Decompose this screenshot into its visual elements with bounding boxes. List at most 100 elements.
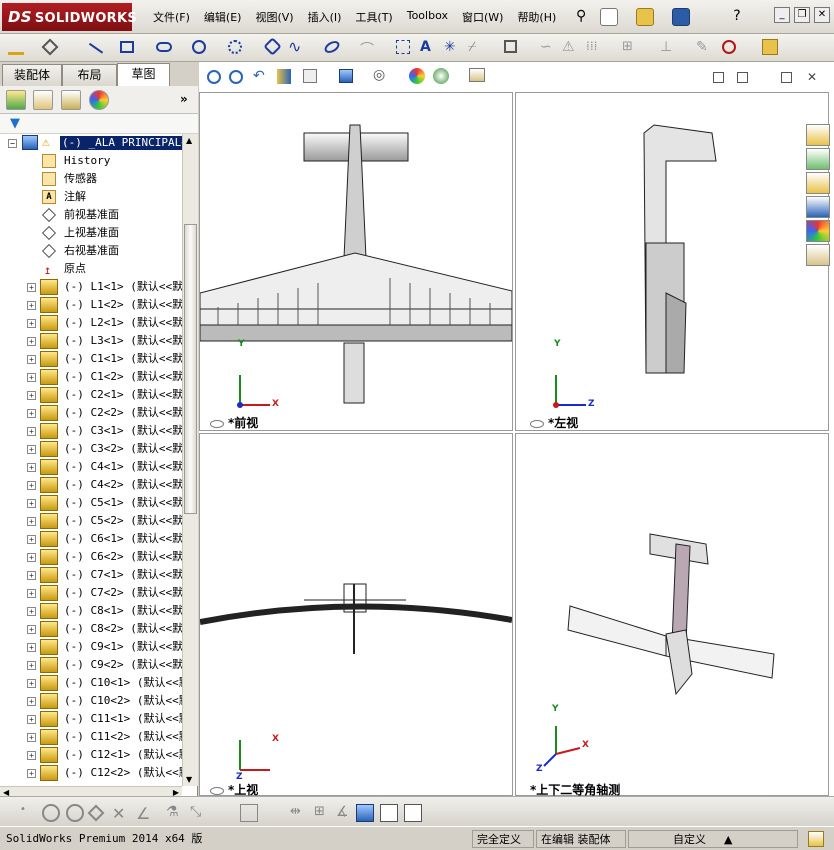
tree-part[interactable]: + (-) C3<1> (默认<<默认 (0, 422, 182, 440)
ellipse-icon[interactable] (322, 38, 342, 56)
mirror-icon[interactable]: ⚠ (562, 39, 578, 55)
viewport-front[interactable]: Y X *前视 (199, 92, 513, 431)
expand-icon[interactable]: + (27, 391, 36, 400)
tree-top-plane[interactable]: 上视基准面 (0, 224, 182, 242)
dimension-icon[interactable]: ⇹ (290, 804, 308, 822)
offset-icon[interactable]: ∽ (540, 39, 556, 55)
graphics-area[interactable]: ↶ ◎ ✕ Y X *前视 Y Z *左视 X Z *上视 Y X Z *上下二… (199, 62, 834, 797)
home-icon[interactable] (806, 124, 830, 146)
status-custom[interactable]: 自定义 ▲ (628, 830, 798, 848)
angle-icon[interactable]: ∡ (336, 804, 354, 822)
spline-icon[interactable]: ∿ (288, 37, 304, 56)
scroll-up-icon[interactable]: ▲ (186, 136, 192, 145)
display-shaded-icon[interactable] (356, 804, 374, 822)
plane-icon[interactable] (396, 40, 410, 54)
view-settings-icon[interactable] (469, 68, 485, 82)
zoom-area-icon[interactable] (229, 70, 243, 84)
expand-icon[interactable]: + (27, 643, 36, 652)
expand-icon[interactable]: + (27, 733, 36, 742)
circle-center-icon[interactable] (42, 804, 60, 822)
single-view-icon[interactable] (380, 804, 398, 822)
expand-icon[interactable]: + (27, 769, 36, 778)
expand-icon[interactable]: + (27, 409, 36, 418)
filter-icon[interactable]: ▼ (10, 116, 20, 131)
expand-icon[interactable]: + (27, 661, 36, 670)
expand-panel-icon[interactable]: » (180, 92, 188, 106)
solidworks-logo[interactable]: DS SOLIDWORKS (2, 3, 137, 31)
tree-part[interactable]: + (-) C9<2> (默认<<默认 (0, 656, 182, 674)
display-manager-icon[interactable] (89, 90, 109, 110)
slot-icon[interactable] (156, 42, 172, 52)
menu-help[interactable]: 帮助(H) (510, 9, 563, 25)
tree-part[interactable]: + (-) C9<1> (默认<<默认 (0, 638, 182, 656)
tree-part[interactable]: + (-) C3<2> (默认<<默认 (0, 440, 182, 458)
minimize-icon[interactable]: _ (774, 7, 790, 23)
expand-icon[interactable]: + (27, 445, 36, 454)
view-palette-icon[interactable] (806, 196, 830, 218)
hide-show-items-icon[interactable]: ◎ (373, 67, 385, 83)
tab-layout[interactable]: 布局 (62, 64, 117, 86)
help-icon[interactable]: ? (728, 8, 746, 26)
menu-tools[interactable]: 工具(T) (348, 9, 399, 25)
view-orientation-icon[interactable] (303, 69, 317, 83)
appearances-icon[interactable] (806, 220, 830, 242)
menu-view[interactable]: 视图(V) (248, 9, 300, 25)
tree-part[interactable]: + (-) L2<1> (默认<<默认 (0, 314, 182, 332)
tree-part[interactable]: + (-) C6<1> (默认<<默认 (0, 530, 182, 548)
tree-part[interactable]: + (-) C7<2> (默认<<默认 (0, 584, 182, 602)
viewport-close-icon[interactable]: ✕ (807, 70, 817, 84)
expand-icon[interactable]: + (27, 715, 36, 724)
edit-appearance-icon[interactable] (409, 68, 425, 84)
repair-sketch-icon[interactable]: ✎ (696, 39, 712, 55)
smart-dimension-icon[interactable] (41, 38, 59, 56)
arc-icon[interactable] (228, 40, 242, 54)
display-relations-icon[interactable]: ⊥ (660, 39, 676, 55)
tree-right-plane[interactable]: 右视基准面 (0, 242, 182, 260)
zoom-to-fit-icon[interactable] (207, 70, 221, 84)
four-view-icon[interactable] (404, 804, 422, 822)
expand-icon[interactable]: + (27, 337, 36, 346)
menu-toolbox[interactable]: Toolbox (400, 9, 455, 25)
tree-part[interactable]: + (-) C10<2> (默认<<默 (0, 692, 182, 710)
circle-icon[interactable] (192, 40, 206, 54)
grid-icon[interactable]: ⊞ (314, 804, 332, 822)
tree-part[interactable]: + (-) C11<2> (默认<<默 (0, 728, 182, 746)
restore-icon[interactable]: ❐ (794, 7, 810, 23)
tree-part[interactable]: + (-) C8<1> (默认<<默认 (0, 602, 182, 620)
viewport-restore-icon[interactable] (781, 72, 792, 83)
tree-part[interactable]: + (-) C4<1> (默认<<默认 (0, 458, 182, 476)
scroll-thumb[interactable] (184, 224, 197, 514)
linear-pattern-icon[interactable]: ⁞⁞⁞ (586, 39, 602, 55)
expand-icon[interactable]: + (27, 517, 36, 526)
viewport-single-icon[interactable] (713, 72, 724, 83)
rectangle-icon[interactable] (120, 41, 134, 53)
tree-part[interactable]: + (-) C5<2> (默认<<默认 (0, 512, 182, 530)
menu-file[interactable]: 文件(F) (146, 9, 197, 25)
tree-part[interactable]: + (-) C8<2> (默认<<默认 (0, 620, 182, 638)
quadrant-icon[interactable] (87, 804, 105, 822)
expand-icon[interactable]: + (27, 283, 36, 292)
apply-scene-icon[interactable] (433, 68, 449, 84)
expand-icon[interactable]: + (27, 301, 36, 310)
tree-origin[interactable]: ↥ 原点 (0, 260, 182, 278)
text-icon[interactable]: A (420, 39, 436, 55)
tree-part[interactable]: + (-) C12<2> (默认<<默 (0, 764, 182, 782)
expand-icon[interactable]: + (27, 589, 36, 598)
menu-edit[interactable]: 编辑(E) (197, 9, 249, 25)
display-style-icon[interactable] (339, 69, 353, 83)
custom-properties-icon[interactable] (806, 244, 830, 266)
expand-icon[interactable]: + (27, 463, 36, 472)
tree-part[interactable]: + (-) C2<1> (默认<<默认 (0, 386, 182, 404)
tree-annotations[interactable]: A 注解 (0, 188, 182, 206)
expand-icon[interactable]: + (27, 571, 36, 580)
tree-front-plane[interactable]: 前视基准面 (0, 206, 182, 224)
collapse-icon[interactable]: − (8, 139, 17, 148)
expand-icon[interactable]: + (27, 625, 36, 634)
quick-snaps-icon[interactable] (722, 40, 736, 54)
feature-manager-icon[interactable] (6, 90, 26, 110)
tree-part[interactable]: + (-) C1<2> (默认<<默认 (0, 368, 182, 386)
expand-icon[interactable]: + (27, 427, 36, 436)
expand-icon[interactable]: + (27, 553, 36, 562)
viewport-isometric[interactable]: Y X Z *上下二等角轴测 (515, 433, 829, 797)
tree-part[interactable]: + (-) C11<1> (默认<<默 (0, 710, 182, 728)
